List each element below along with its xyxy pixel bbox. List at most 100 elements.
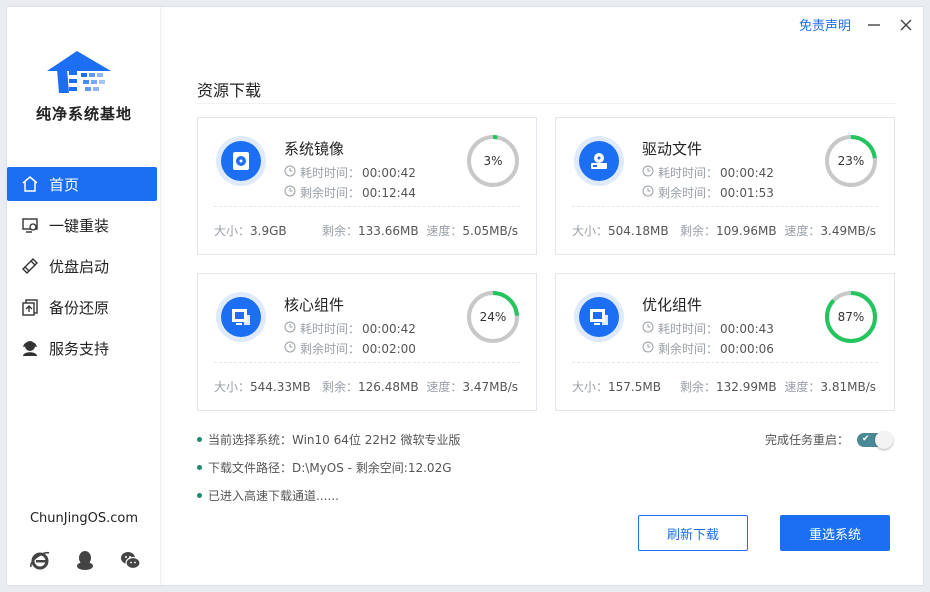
left-stat: 剩余：126.48MB	[322, 378, 419, 395]
left-value: 133.66MB	[358, 224, 419, 238]
window-controls: 免责声明	[799, 15, 915, 34]
section-divider	[197, 103, 897, 104]
minimize-icon	[868, 23, 880, 26]
ie-browser-icon[interactable]	[29, 549, 51, 571]
sidebar-item-home[interactable]: 首页	[7, 167, 157, 201]
info-text: 已进入高速下载通道......	[208, 489, 339, 503]
reinstall-icon	[21, 216, 39, 234]
section-title: 资源下载	[197, 81, 262, 100]
speed-stat: 速度：3.47MB/s	[426, 378, 518, 395]
speed-stat: 速度：5.05MB/s	[426, 222, 518, 239]
app-window: 纯净系统基地 首页 一键重装 优盘启动 备份还原 服务支持 ChunJingOS…	[6, 6, 924, 586]
progress-label: 24%	[480, 310, 507, 324]
size-label: 大小：	[214, 224, 251, 238]
size-value: 544.33MB	[250, 380, 311, 394]
clock-icon	[642, 321, 658, 336]
card-title: 驱动文件	[642, 140, 703, 158]
left-label: 剩余：	[680, 224, 717, 238]
clock-icon	[284, 165, 300, 180]
sidebar-item-support[interactable]: 服务支持	[7, 331, 157, 365]
left-label: 剩余：	[322, 380, 359, 394]
elapsed-line: 耗时时间： 00:00:42	[284, 320, 416, 337]
remaining-value: 00:12:44	[362, 185, 416, 200]
disc-image-icon-wrap	[216, 136, 266, 186]
left-stat: 剩余：133.66MB	[322, 222, 419, 239]
sidebar-item-label: 一键重装	[49, 216, 110, 235]
speed-label: 速度：	[426, 224, 463, 238]
size-value: 3.9GB	[250, 224, 287, 238]
size-value: 504.18MB	[608, 224, 669, 238]
left-value: 109.96MB	[716, 224, 777, 238]
elapsed-label: 耗时时间：	[300, 322, 361, 336]
optimize-icon-wrap	[574, 292, 624, 342]
size-value: 157.5MB	[608, 380, 661, 394]
restart-option: 完成任务重启： ✔	[765, 430, 893, 449]
left-stat: 剩余：109.96MB	[680, 222, 777, 239]
card-title: 核心组件	[284, 296, 345, 314]
info-text: 下载文件路径：D:\MyOS - 剩余空间:12.02G	[208, 461, 452, 475]
remaining-value: 00:02:00	[362, 341, 416, 356]
remaining-label: 剩余时间：	[300, 342, 361, 356]
size-label: 大小：	[572, 380, 609, 394]
left-value: 126.48MB	[358, 380, 419, 394]
remaining-value: 00:01:53	[720, 185, 774, 200]
card-divider	[572, 206, 878, 207]
elapsed-value: 00:00:42	[362, 321, 416, 336]
reselect-system-button[interactable]: 重选系统	[780, 515, 890, 551]
check-icon: ✔	[862, 433, 870, 444]
bullet-dot	[197, 465, 202, 470]
size-stat: 大小：3.9GB	[214, 222, 287, 239]
download-card: 核心组件 耗时时间： 00:00:42 剩余时间： 00:02:00 24% 大…	[197, 273, 537, 411]
left-label: 剩余：	[680, 380, 717, 394]
support-icon	[21, 339, 39, 357]
left-label: 剩余：	[322, 224, 359, 238]
minimize-button[interactable]	[865, 16, 883, 34]
elapsed-label: 耗时时间：	[300, 166, 361, 180]
clock-icon	[642, 341, 658, 356]
elapsed-label: 耗时时间：	[658, 322, 719, 336]
wechat-icon[interactable]	[119, 549, 141, 571]
elapsed-value: 00:00:42	[362, 165, 416, 180]
disc-image-icon	[221, 141, 261, 181]
progress-ring: 87%	[825, 291, 877, 343]
download-card: 系统镜像 耗时时间： 00:00:42 剩余时间： 00:12:44 3% 大小…	[197, 117, 537, 255]
close-button[interactable]	[897, 16, 915, 34]
sidebar-item-label: 服务支持	[49, 339, 110, 358]
remaining-line: 剩余时间： 00:00:06	[642, 340, 774, 357]
sidebar: 纯净系统基地 首页 一键重装 优盘启动 备份还原 服务支持 ChunJingOS…	[7, 7, 161, 585]
speed-value: 3.47MB/s	[462, 380, 518, 394]
sidebar-item-backup[interactable]: 备份还原	[7, 290, 157, 324]
speed-stat: 速度：3.49MB/s	[784, 222, 876, 239]
toggle-knob	[875, 430, 893, 449]
elapsed-value: 00:00:43	[720, 321, 774, 336]
speed-value: 5.05MB/s	[462, 224, 518, 238]
sidebar-item-usb[interactable]: 优盘启动	[7, 249, 157, 283]
info-text: 当前选择系统：Win10 64位 22H2 微软专业版	[208, 433, 461, 447]
remaining-line: 剩余时间： 00:12:44	[284, 184, 416, 201]
bullet-dot	[197, 437, 202, 442]
sidebar-item-label: 备份还原	[49, 298, 110, 317]
logo-icon	[47, 51, 111, 93]
drive-icon	[579, 141, 619, 181]
close-icon	[900, 19, 912, 30]
component-icon	[221, 297, 261, 337]
card-divider	[214, 206, 520, 207]
qq-icon[interactable]	[74, 549, 96, 571]
size-label: 大小：	[214, 380, 251, 394]
restart-toggle[interactable]: ✔	[857, 430, 893, 449]
left-value: 132.99MB	[716, 380, 777, 394]
clock-icon	[642, 185, 658, 200]
remaining-value: 00:00:06	[720, 341, 774, 356]
speed-value: 3.81MB/s	[820, 380, 876, 394]
refresh-download-button[interactable]: 刷新下载	[638, 515, 748, 551]
elapsed-value: 00:00:42	[720, 165, 774, 180]
progress-label: 87%	[838, 310, 865, 324]
clock-icon	[284, 341, 300, 356]
progress-ring: 23%	[825, 135, 877, 187]
size-label: 大小：	[572, 224, 609, 238]
size-stat: 大小：504.18MB	[572, 222, 669, 239]
home-icon	[21, 175, 39, 193]
sidebar-item-reinstall[interactable]: 一键重装	[7, 208, 157, 242]
disclaimer-link[interactable]: 免责声明	[799, 15, 851, 34]
left-stat: 剩余：132.99MB	[680, 378, 777, 395]
